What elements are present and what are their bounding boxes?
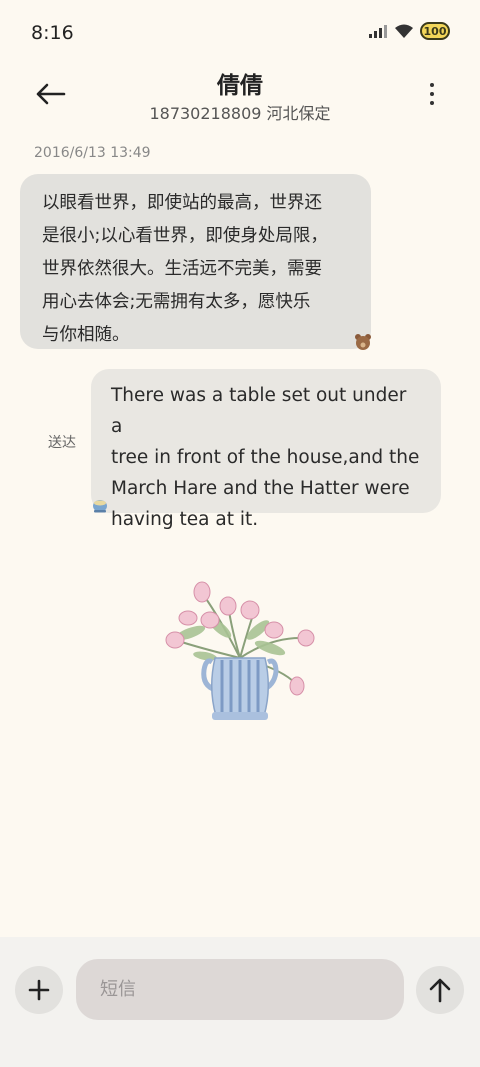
status-bar: 8:16 100 — [0, 0, 480, 64]
flower-vase-illustration — [160, 578, 320, 728]
message-line: 与你相随。 — [42, 325, 130, 345]
message-line: tree in front of the house,and the — [111, 447, 420, 468]
more-options-button[interactable] — [420, 78, 444, 110]
more-vert-icon — [430, 83, 434, 87]
send-arrow-icon — [429, 978, 451, 1003]
message-line: 是很小;以心看世界，即使身处局限， — [42, 226, 328, 246]
message-input[interactable] — [76, 959, 404, 1020]
plus-icon — [28, 979, 50, 1001]
message-line: 世界依然很大。生活远不完美，需要 — [42, 259, 322, 279]
message-line: 用心去体会;无需拥有太多，愿快乐 — [42, 292, 311, 312]
conversation-header: 倩倩 18730218809 河北保定 — [0, 64, 480, 130]
status-icons: 100 — [368, 22, 450, 40]
contact-number-location: 18730218809 河北保定 — [149, 104, 331, 123]
signal-icon — [368, 24, 388, 38]
message-line: having tea at it. — [111, 509, 259, 530]
outgoing-message-bubble[interactable]: There was a table set out under a tree i… — [91, 369, 441, 530]
message-line: March Hare and the Hatter were — [111, 478, 410, 499]
battery-icon: 100 — [420, 22, 450, 40]
status-time: 8:16 — [31, 22, 74, 44]
send-button[interactable] — [416, 966, 464, 1014]
incoming-message-bubble[interactable]: 以眼看世界，即使站的最高，世界还 是很小;以心看世界，即使身处局限， 世界依然很… — [20, 174, 371, 349]
wifi-icon — [394, 23, 414, 39]
bear-sticker-icon — [353, 332, 373, 352]
message-timestamp: 2016/6/13 13:49 — [34, 145, 151, 161]
contact-name: 倩倩 — [217, 73, 263, 99]
message-line: There was a table set out under a — [111, 385, 407, 437]
add-attachment-button[interactable] — [15, 966, 63, 1014]
delivery-status: 送达 — [48, 435, 76, 451]
teacup-sticker-icon — [90, 497, 110, 515]
message-line: 以眼看世界，即使站的最高，世界还 — [42, 193, 322, 213]
